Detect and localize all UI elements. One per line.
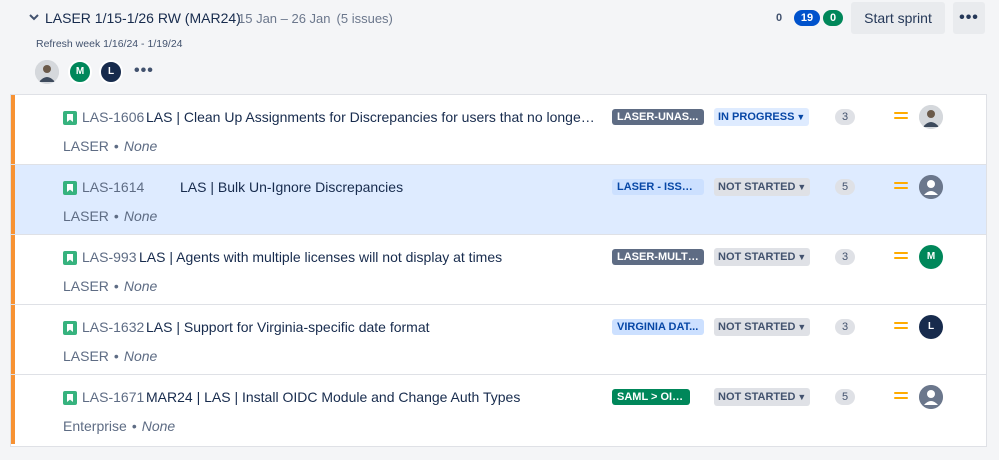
avatar-photo[interactable] [35,60,59,84]
issue-key[interactable]: LAS-1614 [82,179,144,195]
story-points-badge: 3 [835,319,855,335]
issue-summary[interactable]: MAR24 | LAS | Install OIDC Module and Ch… [146,389,596,405]
status-dropdown[interactable]: NOT STARTED ▼ [714,178,811,196]
default-user-icon [919,175,943,199]
epic-color-stripe [11,305,15,374]
status-text: NOT STARTED [718,251,796,263]
priority-medium-icon [894,392,908,402]
issue-fix-version: None [123,278,158,294]
story-icon [63,251,77,265]
issue-label[interactable]: LASER - ISSUE... [612,179,704,195]
issue-summary[interactable]: LAS | Support for Virginia-specific date… [146,319,596,335]
sprint-actions-button[interactable]: ••• [953,2,985,34]
status-text: IN PROGRESS [718,111,795,123]
issue-fix-version: None [141,418,176,434]
in-progress-count-badge: 19 [794,10,820,26]
epic-color-stripe [11,235,15,304]
more-members-icon[interactable]: ••• [134,62,154,80]
story-points-badge: 5 [835,389,855,405]
issue-key[interactable]: LAS-1632 [82,319,144,335]
issue-row[interactable]: LAS-1671 MAR24 | LAS | Install OIDC Modu… [11,375,986,444]
issue-project: LASER [63,348,109,364]
epic-color-stripe [11,95,15,164]
start-sprint-button[interactable]: Start sprint [851,2,945,34]
status-text: NOT STARTED [718,321,796,333]
chevron-down-icon: ▼ [797,182,807,192]
status-dropdown[interactable]: NOT STARTED ▼ [714,318,811,336]
chevron-down-icon[interactable] [28,11,40,23]
issue-project: Enterprise [63,418,127,434]
story-icon [63,321,77,335]
issue-summary[interactable]: LAS | Bulk Un-Ignore Discrepancies [180,179,600,195]
more-icon: ••• [959,9,979,26]
issue-meta: LASER • None [63,138,158,154]
assignee-avatar[interactable]: M [919,245,943,269]
story-icon [63,181,77,195]
issue-project: LASER [63,138,109,154]
issue-fix-version: None [123,138,158,154]
chevron-down-icon: ▼ [797,322,807,332]
issue-key[interactable]: LAS-993 [82,249,136,265]
issue-project: LASER [63,208,109,224]
issue-summary[interactable]: LAS | Agents with multiple licenses will… [139,249,599,265]
epic-color-stripe [11,375,15,444]
priority-medium-icon [894,322,908,332]
issue-key[interactable]: LAS-1606 [82,109,144,125]
issue-summary[interactable]: LAS | Clean Up Assignments for Discrepan… [146,109,596,125]
unassigned-avatar[interactable] [919,175,943,199]
priority-medium-icon [894,112,908,122]
issue-row[interactable]: LAS-1632 LAS | Support for Virginia-spec… [11,305,986,375]
issue-key[interactable]: LAS-1671 [82,389,144,405]
issue-row[interactable]: LAS-1614 LAS | Bulk Un-Ignore Discrepanc… [11,165,986,235]
issue-fix-version: None [123,208,158,224]
chevron-down-icon: ▼ [797,252,807,262]
issue-row[interactable]: LAS-1606 LAS | Clean Up Assignments for … [11,95,986,165]
user-photo-icon [35,60,59,84]
unassigned-avatar[interactable] [919,385,943,409]
issue-meta: LASER • None [63,348,158,364]
default-user-icon [919,385,943,409]
sprint-header: LASER 1/15-1/26 RW (MAR24) 15 Jan – 26 J… [0,0,999,90]
issue-label[interactable]: LASER-UNAS... [612,109,704,125]
issue-label[interactable]: SAML > OIDC [612,389,690,405]
todo-count-badge: 0 [770,10,788,26]
issue-meta: Enterprise • None [63,418,176,434]
sprint-issue-count: (5 issues) [336,11,393,26]
issue-meta: LASER • None [63,208,158,224]
chevron-down-icon: ▼ [797,392,807,402]
story-points-badge: 3 [835,249,855,265]
status-text: NOT STARTED [718,181,796,193]
status-dropdown[interactable]: NOT STARTED ▼ [714,248,811,266]
issue-label[interactable]: LASER-MULTI... [612,249,704,265]
sprint-title: LASER 1/15-1/26 RW (MAR24) [45,10,241,26]
sprint-goal: Refresh week 1/16/24 - 1/19/24 [36,38,183,50]
issue-list: LAS-1606 LAS | Clean Up Assignments for … [10,94,987,447]
priority-medium-icon [894,182,908,192]
epic-color-stripe [11,165,15,234]
issue-fix-version: None [123,348,158,364]
avatar-m[interactable]: M [68,60,92,84]
story-points-badge: 5 [835,179,855,195]
issue-row[interactable]: LAS-993 LAS | Agents with multiple licen… [11,235,986,305]
sprint-dates: 15 Jan – 26 Jan (5 issues) [238,11,393,26]
status-dropdown[interactable]: IN PROGRESS ▼ [714,108,810,126]
assignee-avatar[interactable] [919,105,943,129]
priority-medium-icon [894,252,908,262]
assignee-avatar[interactable]: L [919,315,943,339]
story-icon [63,111,77,125]
issue-meta: LASER • None [63,278,158,294]
status-text: NOT STARTED [718,391,796,403]
issue-label[interactable]: VIRGINIA DAT... [612,319,704,335]
sprint-date-range: 15 Jan – 26 Jan [238,11,331,26]
user-photo-icon [919,105,943,129]
story-points-badge: 3 [835,109,855,125]
story-icon [63,391,77,405]
done-count-badge: 0 [823,10,843,26]
issue-project: LASER [63,278,109,294]
status-dropdown[interactable]: NOT STARTED ▼ [714,388,811,406]
avatar-l[interactable]: L [99,60,123,84]
chevron-down-icon: ▼ [796,112,806,122]
